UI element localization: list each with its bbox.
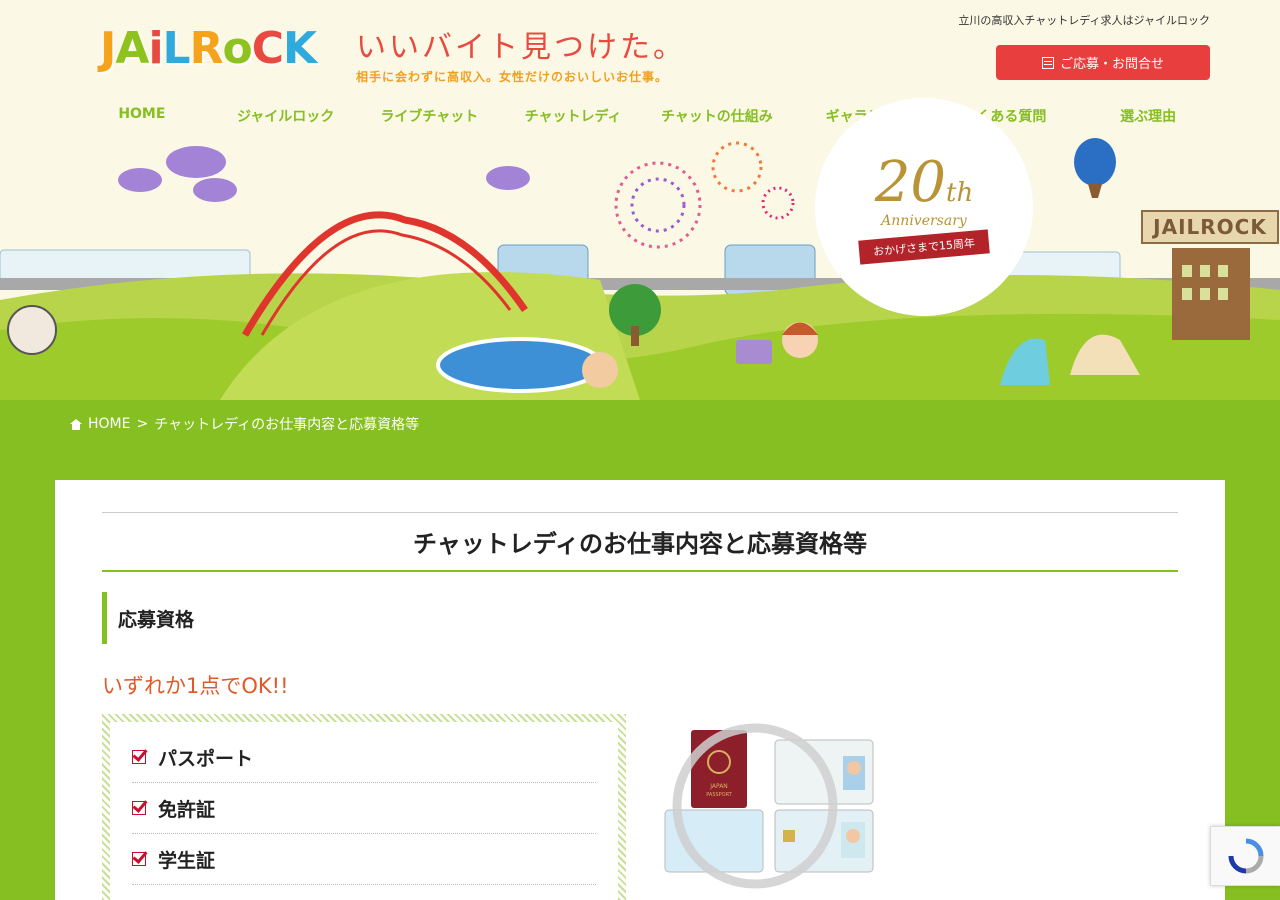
content-card: チャットレディのお仕事内容と応募資格等 応募資格 いずれか1点でOK!! パスポ… — [55, 480, 1225, 900]
badge-number-suffix: th — [946, 178, 974, 208]
breadcrumb-separator: > — [136, 416, 149, 432]
checkbox-icon — [132, 801, 146, 815]
logo-letter: L — [162, 22, 191, 74]
tagline: いいバイト見つけた。 相手に会わずに高収入。女性だけのおいしいお仕事。 — [356, 22, 686, 85]
logo-letter: J — [100, 22, 116, 74]
logo-letter: i — [148, 22, 163, 74]
passport-country-text: JAPAN — [709, 783, 728, 790]
tagline-sub: 相手に会わずに高収入。女性だけのおいしいお仕事。 — [356, 70, 669, 84]
tagline-main: いいバイト見つけた。 — [356, 30, 686, 65]
badge-number: 20th — [875, 155, 973, 211]
page-title: チャットレディのお仕事内容と応募資格等 — [102, 512, 1178, 572]
header-note: 立川の高収入チャットレディ求人はジャイルロック — [958, 14, 1210, 27]
nav-chatlady[interactable]: チャットレディ — [501, 106, 645, 126]
passport-type-text: PASSPORT — [706, 792, 733, 798]
recaptcha-badge[interactable] — [1210, 826, 1280, 886]
home-icon — [70, 418, 82, 430]
recaptcha-icon — [1228, 838, 1263, 874]
breadcrumb: HOME > チャットレディのお仕事内容と応募資格等 — [70, 414, 419, 434]
breadcrumb-home[interactable]: HOME — [88, 416, 130, 432]
hero-illustration — [0, 138, 1280, 400]
logo-letter: C — [251, 22, 284, 74]
nav-how-it-works[interactable]: チャットの仕組み — [645, 106, 789, 126]
checkbox-icon — [132, 750, 146, 764]
id-documents-image: JAPAN PASSPORT — [664, 723, 874, 889]
id-requirements-list: パスポート 免許証 学生証 — [102, 714, 626, 900]
breadcrumb-current: チャットレディのお仕事内容と応募資格等 — [154, 417, 420, 433]
badge-ribbon: おかげさまで15周年 — [858, 229, 990, 265]
checkbox-icon — [132, 852, 146, 866]
badge-label: Anniversary — [881, 213, 967, 229]
list-item-label: 免許証 — [158, 798, 216, 821]
logo-letter: K — [283, 22, 317, 74]
ok-notice: いずれか1点でOK!! — [102, 674, 289, 698]
list-item: 免許証 — [132, 783, 596, 834]
apply-contact-label: ご応募・お問合せ — [1059, 57, 1164, 72]
logo-wordmark: JAiLRoCK — [100, 22, 317, 74]
list-item: パスポート — [132, 732, 596, 783]
list-item-label: パスポート — [158, 747, 254, 770]
nav-home[interactable]: HOME — [70, 106, 214, 126]
nav-jailrock[interactable]: ジャイルロック — [214, 106, 358, 126]
nav-livechat[interactable]: ライブチャット — [358, 106, 502, 126]
site-logo[interactable]: JAiLRoCK — [100, 22, 317, 74]
apply-contact-button[interactable]: ご応募・お問合せ — [996, 45, 1210, 80]
list-item: 学生証 — [132, 834, 596, 885]
logo-letter: R — [189, 22, 224, 74]
list-item-label: 学生証 — [158, 849, 216, 872]
nav-reasons[interactable]: 選ぶ理由 — [1076, 106, 1220, 126]
form-icon — [1041, 56, 1054, 69]
logo-letter: o — [222, 22, 252, 74]
section-heading: 応募資格 — [102, 592, 194, 644]
badge-number-value: 20 — [874, 150, 947, 215]
main-nav: HOME ジャイルロック ライブチャット チャットレディ チャットの仕組み ギャ… — [70, 106, 1220, 126]
anniversary-badge: 20th Anniversary おかげさまで15周年 — [815, 98, 1033, 316]
jailrock-sign: JAILROCK — [1141, 210, 1279, 244]
logo-letter: A — [115, 22, 149, 74]
site-header: JAiLRoCK いいバイト見つけた。 相手に会わずに高収入。女性だけのおいしい… — [0, 0, 1280, 400]
